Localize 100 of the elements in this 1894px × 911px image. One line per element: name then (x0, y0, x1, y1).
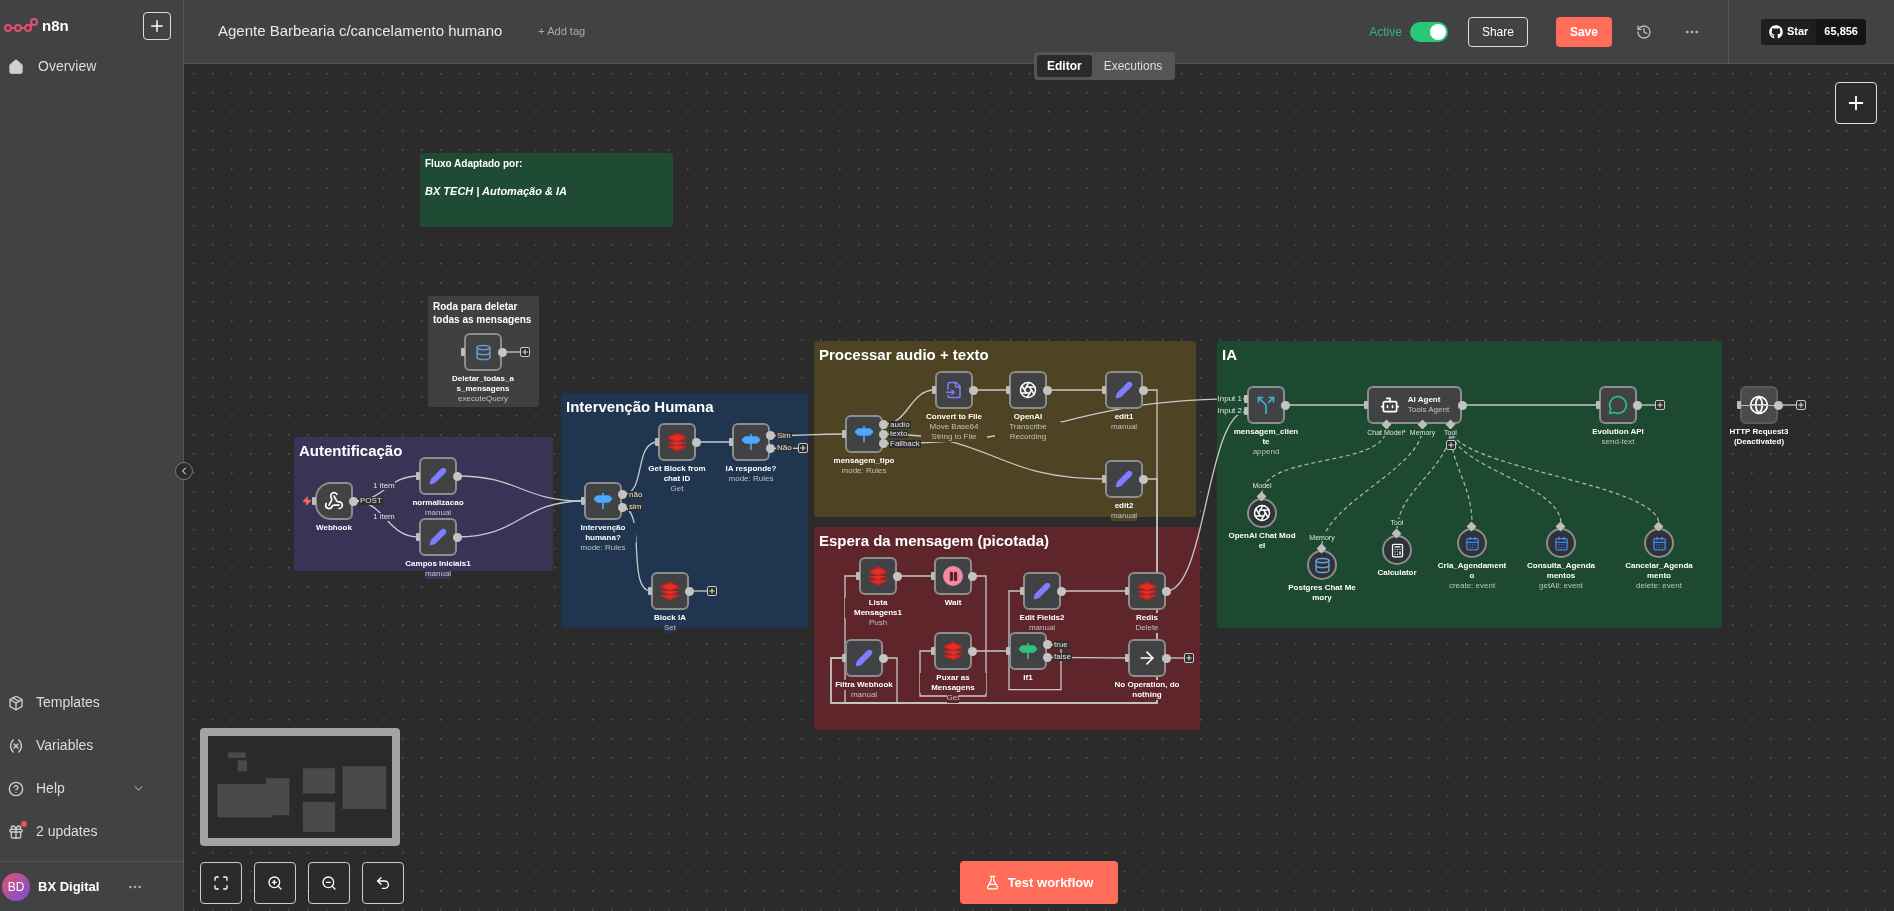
zoom-in-button[interactable] (254, 862, 296, 904)
add-node-button[interactable] (520, 347, 530, 357)
workflow-node[interactable] (658, 423, 696, 461)
workflow-node[interactable] (1105, 371, 1143, 409)
create-button[interactable] (143, 12, 171, 40)
add-node-button[interactable] (1445, 440, 1456, 450)
output-handle[interactable] (1774, 400, 1783, 410)
add-node-button[interactable] (798, 443, 808, 454)
add-node-button[interactable] (707, 586, 717, 596)
active-toggle[interactable] (1409, 21, 1448, 42)
output-handle[interactable] (349, 496, 358, 506)
output-handle[interactable] (968, 571, 977, 581)
output-handle[interactable] (1458, 400, 1467, 410)
workflow-node[interactable] (859, 557, 897, 595)
add-node-button[interactable] (1655, 400, 1665, 410)
output-handle[interactable] (1043, 385, 1052, 395)
output-handle[interactable] (1281, 400, 1290, 410)
sidebar-item[interactable]: Variables (0, 724, 183, 767)
zoom-out-button[interactable] (308, 862, 350, 904)
add-tag-button[interactable]: + Add tag (538, 23, 586, 40)
workflow-node[interactable] (464, 333, 502, 371)
input-handle[interactable] (1020, 587, 1024, 595)
output-handle[interactable] (968, 646, 977, 656)
input-handle[interactable] (461, 348, 465, 356)
output-handle[interactable] (1057, 586, 1066, 596)
input-handle[interactable] (1596, 401, 1600, 409)
input-handle[interactable] (648, 587, 652, 595)
output-handle[interactable] (453, 532, 462, 542)
input-handle[interactable] (416, 533, 420, 541)
workflow-node[interactable] (584, 482, 622, 520)
fit-view-button[interactable] (200, 862, 242, 904)
add-node-button[interactable] (1835, 82, 1877, 124)
workflow-node[interactable] (1009, 632, 1047, 670)
input-handle[interactable] (729, 438, 733, 446)
minimap[interactable] (200, 728, 400, 846)
view-tab[interactable]: Executions (1093, 55, 1173, 77)
workflow-node[interactable] (1023, 572, 1061, 610)
output-handle[interactable] (879, 653, 888, 663)
add-node-button[interactable] (1184, 653, 1194, 663)
reset-zoom-button[interactable] (362, 862, 404, 904)
note-text: BX TECH | Automação & IA (425, 183, 569, 199)
workflow-node[interactable] (1128, 572, 1166, 610)
workflow-node[interactable] (419, 518, 457, 556)
node-subtitle: Set (664, 623, 676, 633)
workflow-node[interactable] (1247, 386, 1285, 424)
input-handle[interactable] (1364, 401, 1368, 409)
input-handle[interactable] (1006, 647, 1010, 655)
add-node-button[interactable] (1796, 400, 1806, 410)
workflow-node[interactable] (1009, 371, 1047, 409)
input-handle[interactable] (856, 572, 860, 580)
workflow-node[interactable] (935, 371, 973, 409)
sticky-note[interactable]: Fluxo Adaptado por: BX TECH | Automação & IA (420, 153, 673, 227)
workflow-node[interactable] (1105, 460, 1143, 498)
input-handle[interactable] (655, 438, 659, 446)
output-handle[interactable] (1139, 474, 1148, 484)
star-count: 65,856 (1816, 18, 1866, 45)
input-handle[interactable] (842, 430, 846, 438)
output-handle[interactable] (1139, 385, 1148, 395)
input-handle[interactable] (931, 572, 935, 580)
output-handle[interactable] (685, 586, 694, 596)
workflow-node[interactable] (651, 572, 689, 610)
history-icon[interactable] (1635, 23, 1652, 40)
workflow-node[interactable] (419, 457, 457, 495)
share-button[interactable]: Share (1467, 16, 1528, 47)
sidebar-item[interactable]: Help (0, 767, 183, 810)
input-handle[interactable] (312, 497, 316, 505)
input-handle[interactable] (932, 386, 936, 394)
workflow-node[interactable] (315, 482, 353, 520)
workflow-node[interactable] (1128, 639, 1166, 677)
workflow-node[interactable] (1599, 386, 1637, 424)
input-handle[interactable] (1125, 654, 1129, 662)
input-handle[interactable] (1125, 587, 1129, 595)
output-handle[interactable] (453, 471, 462, 481)
output-handle[interactable] (692, 437, 701, 447)
input-handle[interactable] (1737, 401, 1741, 409)
output-handle[interactable] (498, 347, 507, 357)
sidebar-item[interactable]: 2 updates (0, 810, 183, 853)
view-tab[interactable]: Editor (1037, 55, 1092, 77)
input-handle[interactable] (1102, 386, 1106, 394)
sidebar-item[interactable]: Overview (0, 52, 183, 81)
workflow-node[interactable] (934, 557, 972, 595)
input-handle[interactable] (842, 654, 846, 662)
output-handle[interactable] (1162, 653, 1171, 663)
workflow-node[interactable] (845, 639, 883, 677)
workflow-node[interactable] (732, 423, 770, 461)
input-handle[interactable] (581, 497, 585, 505)
input-handle[interactable] (416, 472, 420, 480)
github-star-button[interactable]: Star (1760, 18, 1817, 45)
input-handle[interactable] (931, 647, 935, 655)
output-handle[interactable] (969, 385, 978, 395)
output-handle[interactable] (1162, 586, 1171, 596)
workflow-title[interactable]: Agente Barbearia c/cancelamento humano (218, 20, 503, 43)
output-handle[interactable] (893, 571, 902, 581)
sidebar-item[interactable]: Templates (0, 681, 183, 724)
input-handle[interactable] (1102, 475, 1106, 483)
workflow-node[interactable] (845, 415, 883, 453)
input-handle[interactable] (1006, 386, 1010, 394)
workflow-node[interactable] (934, 632, 972, 670)
output-handle[interactable] (1633, 400, 1642, 410)
workflow-node[interactable]: AI Agent Tools Agent (1367, 386, 1462, 424)
